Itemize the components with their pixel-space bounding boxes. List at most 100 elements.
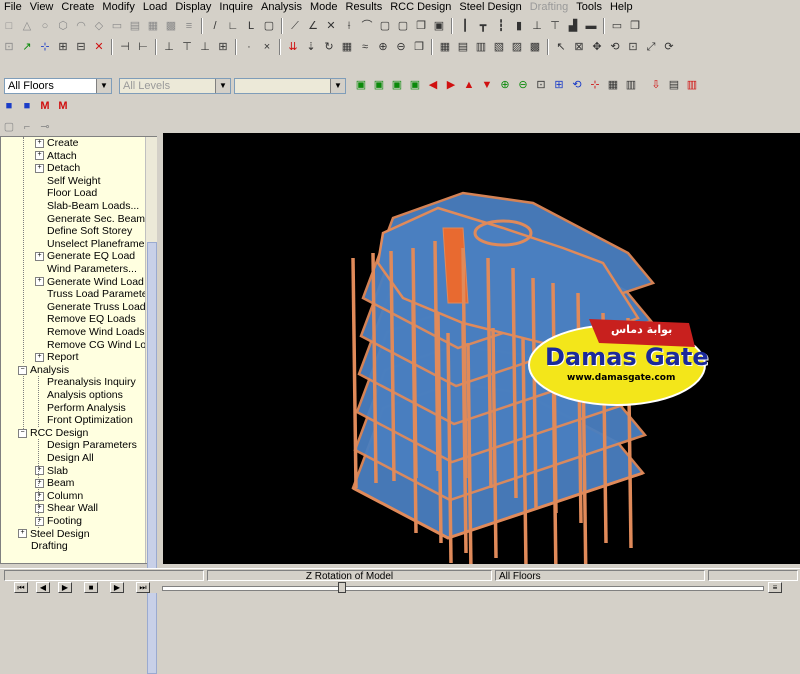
- chevron-down-icon[interactable]: ▼: [215, 79, 230, 93]
- load-area-icon[interactable]: ▦: [339, 39, 355, 55]
- tree-item[interactable]: Self Weight: [47, 175, 101, 187]
- zoom-box-icon[interactable]: ⊡: [625, 39, 641, 55]
- last-frame-icon[interactable]: ⏭: [136, 582, 150, 593]
- view-top-icon[interactable]: ▣: [407, 77, 423, 93]
- node-icon[interactable]: ⊥: [161, 39, 177, 55]
- expand-icon[interactable]: +: [35, 516, 44, 526]
- tree-scrollbar[interactable]: [145, 137, 157, 674]
- playback-slider[interactable]: [162, 586, 764, 591]
- new-window-icon[interactable]: ❒: [627, 18, 643, 34]
- tree-item[interactable]: Front Optimization: [47, 414, 133, 426]
- grid-tool-icon[interactable]: ▦: [145, 18, 161, 34]
- frame-select-icon[interactable]: ⊡: [1, 39, 17, 55]
- m-icon[interactable]: M: [37, 98, 53, 114]
- load-copy-icon[interactable]: ❐: [411, 39, 427, 55]
- line-tool-icon[interactable]: /: [207, 18, 223, 34]
- tree-item[interactable]: Design Parameters: [47, 439, 137, 451]
- wall-load-icon[interactable]: ▦: [437, 39, 453, 55]
- menu-analysis[interactable]: Analysis: [257, 0, 306, 14]
- menu-modify[interactable]: Modify: [98, 0, 138, 14]
- scrollbar-thumb[interactable]: [147, 242, 157, 674]
- third-select[interactable]: ▼: [234, 78, 346, 94]
- tree-item[interactable]: + Generate Wind Load: [35, 276, 144, 288]
- box-tool-icon[interactable]: ▢: [377, 18, 393, 34]
- axes-icon[interactable]: ⊹: [587, 77, 603, 93]
- tree-item[interactable]: Design All: [47, 452, 94, 464]
- menu-file[interactable]: File: [0, 0, 26, 14]
- prev-frame-icon[interactable]: ◀: [36, 582, 50, 593]
- tree-item[interactable]: + Footing: [35, 515, 82, 527]
- cube2-icon[interactable]: ■: [19, 98, 35, 114]
- tree-item[interactable]: Perform Analysis: [47, 402, 126, 414]
- window-icon[interactable]: ▭: [609, 18, 625, 34]
- floors-select[interactable]: All Floors ▼: [4, 78, 112, 94]
- rotate-view-icon[interactable]: ⟲: [569, 77, 585, 93]
- tree-item[interactable]: Generate Truss Load: [47, 301, 146, 313]
- fill-tool-icon[interactable]: ▤: [127, 18, 143, 34]
- tree-item[interactable]: Slab-Beam Loads...: [47, 200, 139, 212]
- layout-icon[interactable]: ▥: [684, 77, 700, 93]
- move-icon[interactable]: ↗: [19, 39, 35, 55]
- angle-tool-icon[interactable]: ∠: [305, 18, 321, 34]
- lshape-tool-icon[interactable]: L: [243, 18, 259, 34]
- rotate-icon[interactable]: ⟲: [607, 39, 623, 55]
- collapse-icon[interactable]: −: [18, 365, 27, 375]
- arc-tool-icon[interactable]: ◠: [73, 18, 89, 34]
- pin-icon[interactable]: ⊥: [197, 39, 213, 55]
- tree-item[interactable]: Truss Load Parameters: [47, 288, 156, 300]
- expand-icon[interactable]: +: [35, 491, 44, 501]
- footing-tool-icon[interactable]: ▟: [565, 18, 581, 34]
- measure-icon[interactable]: ⊣: [117, 39, 133, 55]
- arrow-left-icon[interactable]: ◀: [425, 77, 441, 93]
- tree-item[interactable]: + Generate EQ Load: [35, 250, 135, 262]
- circle-tool-icon[interactable]: ○: [37, 18, 53, 34]
- render-icon[interactable]: ▦: [605, 77, 621, 93]
- node-tool-icon[interactable]: ⟊: [341, 18, 357, 34]
- column-load-icon[interactable]: ▧: [491, 39, 507, 55]
- tree-item[interactable]: + Attach: [35, 150, 77, 162]
- menu-steel-design[interactable]: Steel Design: [455, 0, 525, 14]
- rectangle-tool-icon[interactable]: □: [1, 18, 17, 34]
- first-frame-icon[interactable]: ⏮: [14, 582, 28, 593]
- slant-tool-icon[interactable]: ⟋: [287, 18, 303, 34]
- speed-icon[interactable]: ≡: [768, 582, 782, 593]
- stop-icon[interactable]: ■: [84, 582, 98, 593]
- tree-item-rcc-design[interactable]: − RCC Design: [18, 427, 88, 439]
- rounded-box-icon[interactable]: ▢: [395, 18, 411, 34]
- expand-icon[interactable]: +: [18, 529, 27, 539]
- tree-box-icon[interactable]: ▢: [1, 119, 17, 135]
- tree-item[interactable]: Remove EQ Loads: [47, 313, 136, 325]
- tree-item[interactable]: Remove CG Wind Load: [47, 339, 156, 351]
- arrow-up-icon[interactable]: ▲: [461, 77, 477, 93]
- polygon-tool-icon[interactable]: ⬡: [55, 18, 71, 34]
- tree-corner-icon[interactable]: ⌐: [19, 119, 35, 135]
- copy-tool-icon[interactable]: ❐: [413, 18, 429, 34]
- load-moment-icon[interactable]: ↻: [321, 39, 337, 55]
- tree-item[interactable]: + Slab: [35, 465, 68, 477]
- expand-icon[interactable]: +: [35, 151, 44, 161]
- menu-rcc-design[interactable]: RCC Design: [386, 0, 455, 14]
- corner-tool-icon[interactable]: ∟: [225, 18, 241, 34]
- slab-load-icon[interactable]: ▤: [455, 39, 471, 55]
- tree-item[interactable]: Unselect Planeframe for E: [47, 238, 156, 250]
- refresh-icon[interactable]: ⟳: [661, 39, 677, 55]
- expand-icon[interactable]: +: [35, 277, 44, 287]
- tree-item[interactable]: Preanalysis Inquiry: [47, 376, 136, 388]
- expand-icon[interactable]: +: [35, 478, 44, 488]
- tree-item-steel-design[interactable]: + Steel Design: [18, 528, 90, 540]
- tree-item[interactable]: + Beam: [35, 477, 74, 489]
- tree-item[interactable]: Define Soft Storey: [47, 225, 132, 237]
- view-front-icon[interactable]: ▣: [371, 77, 387, 93]
- expand-icon[interactable]: +: [35, 466, 44, 476]
- menu-tools[interactable]: Tools: [572, 0, 606, 14]
- beam-load-icon[interactable]: ▥: [473, 39, 489, 55]
- menu-view[interactable]: View: [26, 0, 58, 14]
- arrow-down-icon[interactable]: ▼: [479, 77, 495, 93]
- tree-item[interactable]: + Column: [35, 490, 83, 502]
- wall-tool-icon[interactable]: ▮: [511, 18, 527, 34]
- tree-item[interactable]: Floor Load: [47, 187, 97, 199]
- zoom-window2-icon[interactable]: ⊞: [551, 77, 567, 93]
- m2-icon[interactable]: M: [55, 98, 71, 114]
- load-temp-icon[interactable]: ⊕: [375, 39, 391, 55]
- tree-item-drafting[interactable]: Drafting: [31, 540, 68, 552]
